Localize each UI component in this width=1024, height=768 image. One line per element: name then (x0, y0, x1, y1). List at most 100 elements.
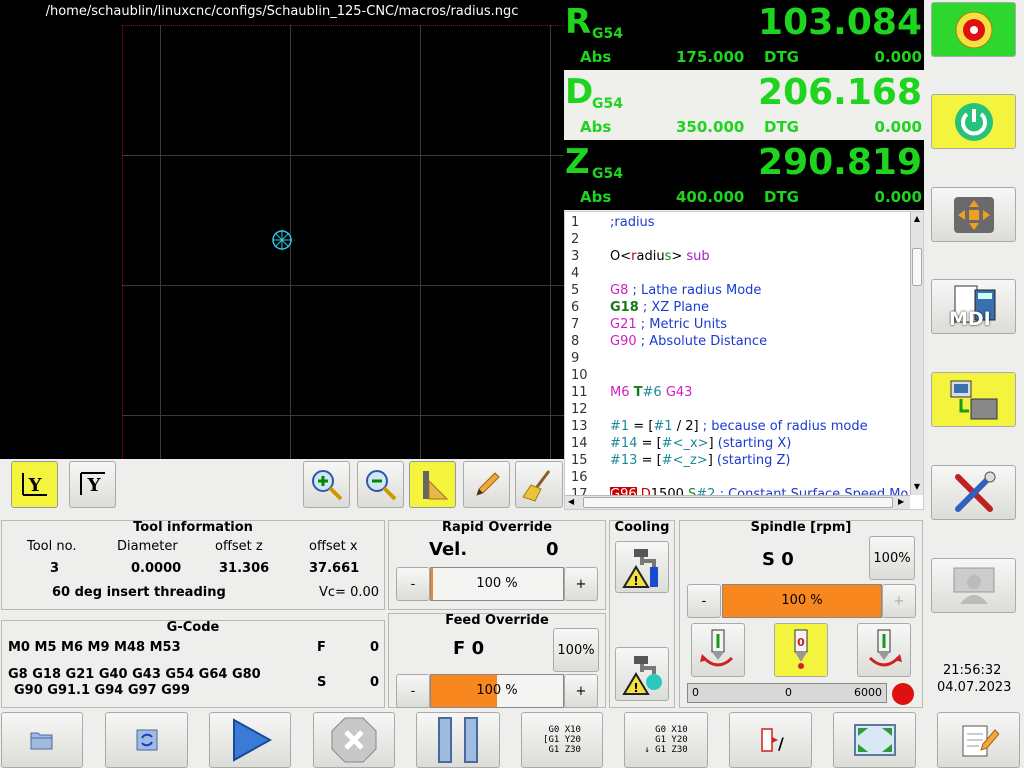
cycle-stop-button[interactable] (313, 712, 395, 768)
view-y-rotated-button[interactable]: Y (69, 461, 116, 508)
line-number: 12 (571, 402, 588, 417)
dtg-value: 0.000 (874, 48, 922, 66)
abs-value: 175.000 (676, 48, 745, 66)
pause-icon (438, 717, 478, 763)
editor-vertical-scrollbar[interactable]: ▲ ▼ (910, 212, 923, 495)
spindle-plus-button[interactable]: + (882, 584, 916, 618)
panel-title: Feed Override (445, 613, 549, 628)
scroll-down-icon[interactable]: ▼ (912, 482, 922, 492)
load-current: 0 (785, 686, 792, 699)
flood-coolant-icon: ! (622, 549, 658, 588)
mist-coolant-icon: ! (622, 656, 662, 695)
scroll-right-icon[interactable]: ▶ (898, 497, 904, 506)
editor-horizontal-scrollbar[interactable]: ◀ ▶ (565, 495, 910, 509)
code-line: #13 = [#<_z>] (starting Z) (610, 453, 791, 468)
svg-text:!: ! (633, 574, 638, 588)
feed-reset-button[interactable]: 100% (553, 628, 599, 672)
speed-value: 0 (370, 675, 380, 690)
user-tab-button[interactable] (931, 558, 1016, 613)
cycle-start-button[interactable] (209, 712, 291, 768)
pause-button[interactable] (416, 712, 500, 768)
rapid-override-slider[interactable]: 100 % (430, 567, 564, 601)
manual-mode-button[interactable] (931, 187, 1016, 242)
scroll-left-icon[interactable]: ◀ (568, 497, 574, 506)
run-from-line-icon: G0 X10 G1 Y20 ↓ G1 Z30 (644, 725, 688, 755)
machine-limits (122, 25, 564, 459)
feed-plus-button[interactable]: + (564, 674, 598, 708)
run-from-line-button[interactable]: G0 X10 G1 Y20 ↓ G1 Z30 (624, 712, 708, 768)
power-icon (954, 102, 993, 141)
dro-d: D G54 206.168 Abs 350.000 DTG 0.000 (564, 70, 924, 140)
mist-coolant-button[interactable]: ! (615, 647, 669, 701)
zoom-out-button[interactable] (357, 461, 404, 508)
rapid-minus-button[interactable]: - (396, 567, 430, 601)
spindle-minus-button[interactable]: - (687, 584, 721, 618)
zoom-in-button[interactable] (303, 461, 350, 508)
measure-button[interactable] (409, 461, 456, 508)
rapid-plus-button[interactable]: + (564, 567, 598, 601)
abs-value: 350.000 (676, 118, 745, 136)
feed-minus-button[interactable]: - (396, 674, 430, 708)
spindle-reset-button[interactable]: 100% (869, 536, 915, 580)
spindle-stop-button[interactable]: 0 (774, 623, 828, 677)
line-number: 8 (571, 334, 580, 349)
machine-power-button[interactable] (931, 94, 1016, 149)
line-number: 15 (571, 453, 588, 468)
scroll-thumb[interactable] (583, 497, 893, 508)
line-number: 11 (571, 385, 588, 400)
draw-button[interactable] (463, 461, 510, 508)
rapid-override-panel: Rapid Override Vel. 0 - 100 % + (388, 520, 606, 610)
line-number: 10 (571, 368, 588, 383)
flood-coolant-button[interactable]: ! (615, 541, 669, 593)
feed-override-percent: 100 % (476, 683, 518, 698)
panel-title: G-Code (166, 620, 220, 635)
dtg-value: 0.000 (874, 188, 922, 206)
spindle-override-percent: 100 % (781, 593, 823, 608)
open-file-button[interactable] (1, 712, 83, 768)
line-number: 2 (571, 232, 580, 247)
dtg-value: 0.000 (874, 118, 922, 136)
view-y-button[interactable]: Y (11, 461, 58, 508)
gcode-editor[interactable]: 1 ;radius 2 3 O<radius> sub 4 5 G8 ; Lathe … (564, 211, 924, 510)
feed-override-slider[interactable]: 100 % (430, 674, 564, 708)
spindle-override-slider[interactable]: 100 % (722, 584, 882, 618)
emergency-stop-icon (955, 11, 992, 48)
scroll-thumb[interactable] (912, 248, 922, 286)
folder-icon (30, 732, 53, 750)
gcode-preview-plot[interactable]: /home/schaublin/linuxcnc/configs/Schaubl… (0, 0, 564, 459)
line-number: 16 (571, 470, 588, 485)
line-number: 1 (571, 215, 580, 230)
fullscreen-button[interactable] (833, 712, 916, 768)
active-g-codes-line2: G90 G91.1 G94 G97 G99 (14, 683, 190, 698)
zoom-out-icon (365, 469, 396, 500)
scroll-up-icon[interactable]: ▲ (912, 214, 922, 224)
jog-arrows-icon (953, 196, 994, 233)
coord-system: G54 (592, 96, 623, 112)
tool-diameter: 0.0000 (131, 561, 182, 576)
settings-button[interactable] (931, 465, 1016, 520)
optional-block-delete-button[interactable]: / (729, 712, 812, 768)
active-m-codes: M0 M5 M6 M9 M48 M53 (8, 640, 181, 655)
computer-to-machine-icon (950, 380, 997, 419)
step-button[interactable]: G0 X10 [G1 Y20 G1 Z30 (521, 712, 603, 768)
axis-value: 290.819 (758, 142, 922, 183)
dimensions-icon (422, 470, 448, 499)
broom-icon (522, 469, 551, 502)
svg-text:/: / (778, 734, 784, 753)
abs-value: 400.000 (676, 188, 745, 206)
clear-plot-button[interactable] (515, 461, 563, 508)
estop-button[interactable] (931, 2, 1016, 57)
tool-no: 3 (50, 561, 60, 576)
auto-mode-button[interactable] (931, 372, 1016, 427)
block-delete-icon: / (760, 728, 784, 753)
mdi-mode-button[interactable]: MDI (931, 279, 1016, 334)
edit-file-button[interactable] (937, 712, 1020, 768)
line-number: 4 (571, 266, 580, 281)
view-y-icon: Y (21, 472, 47, 496)
panel-title: Rapid Override (441, 520, 553, 535)
spindle-ccw-button[interactable] (691, 623, 745, 677)
svg-text:!: ! (633, 681, 638, 695)
spindle-cw-button[interactable] (857, 623, 911, 677)
reload-file-button[interactable] (105, 712, 188, 768)
feed-label: F (317, 640, 326, 655)
